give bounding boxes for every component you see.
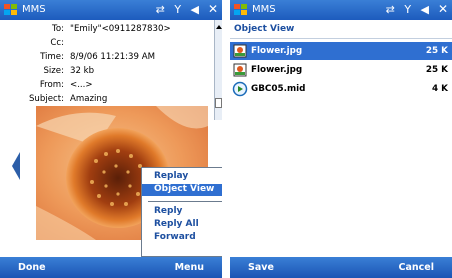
softkey-bar: Save Cancel (230, 257, 452, 278)
divider (230, 38, 452, 39)
to-label: To: (52, 24, 64, 34)
size-row: Size: 32 kb (0, 66, 214, 78)
file-size: 25 K (425, 46, 448, 56)
menu-item-forward[interactable]: Forward (142, 232, 222, 244)
done-softkey[interactable]: Done (18, 262, 46, 273)
status-icons[interactable]: ⇄ Y ◀ (386, 3, 432, 16)
cancel-softkey[interactable]: Cancel (399, 262, 434, 273)
audio-file-icon (232, 81, 248, 97)
subject-row: Subject: Amazing (0, 94, 214, 106)
object-view-screen: MMS ⇄ Y ◀ ✕ Object View Flower.jpg 25 K … (230, 0, 452, 278)
mms-message-screen: MMS ⇄ Y ◀ ✕ To: "Emily"<0911287830> Cc: … (0, 0, 222, 278)
file-row[interactable]: GBC05.mid 4 K (230, 80, 452, 98)
cc-row: Cc: (0, 38, 214, 50)
windows-logo-icon[interactable] (233, 3, 248, 17)
from-value: <...> (70, 80, 93, 90)
status-icons[interactable]: ⇄ Y ◀ (156, 3, 202, 16)
menu-item-reply-all[interactable]: Reply All (142, 219, 222, 231)
to-row: To: "Emily"<0911287830> (0, 24, 214, 36)
menu-softkey[interactable]: Menu (175, 262, 204, 273)
image-file-icon (233, 44, 247, 58)
menu-item-reply[interactable]: Reply (142, 206, 222, 218)
windows-logo-icon[interactable] (3, 3, 18, 17)
close-icon[interactable]: ✕ (436, 2, 450, 16)
close-icon[interactable]: ✕ (206, 2, 220, 16)
title-bar: MMS ⇄ Y ◀ ✕ (230, 0, 452, 20)
from-label: From: (39, 80, 64, 90)
size-label: Size: (43, 66, 64, 76)
scroll-thumb[interactable] (215, 98, 222, 108)
time-label: Time: (40, 52, 64, 62)
subject-label: Subject: (28, 94, 64, 104)
section-title: Object View (230, 20, 452, 38)
context-menu: Replay Object View Reply Reply All Forwa… (141, 167, 222, 257)
save-softkey[interactable]: Save (248, 262, 274, 273)
app-title: MMS (252, 4, 276, 15)
time-row: Time: 8/9/06 11:21:39 AM (0, 52, 214, 64)
to-value: "Emily"<0911287830> (70, 24, 171, 34)
softkey-bar: Done Menu (0, 257, 222, 278)
menu-item-replay[interactable]: Replay (142, 171, 222, 183)
header-scrollbar[interactable] (214, 20, 222, 120)
app-title: MMS (22, 4, 46, 15)
file-row[interactable]: Flower.jpg 25 K (230, 61, 452, 79)
previous-slide-arrow-icon[interactable] (12, 152, 20, 180)
file-name: Flower.jpg (251, 65, 303, 75)
file-size: 25 K (425, 65, 448, 75)
cc-label: Cc: (50, 38, 64, 48)
file-name: GBC05.mid (251, 84, 306, 94)
size-value: 32 kb (70, 66, 95, 76)
title-bar: MMS ⇄ Y ◀ ✕ (0, 0, 222, 20)
scroll-up-icon[interactable] (216, 25, 222, 29)
menu-item-object-view[interactable]: Object View (142, 184, 222, 196)
object-view-heading: Object View (234, 24, 295, 34)
file-row[interactable]: Flower.jpg 25 K (230, 42, 452, 60)
message-header: To: "Emily"<0911287830> Cc: Time: 8/9/06… (0, 20, 214, 120)
time-value: 8/9/06 11:21:39 AM (70, 52, 156, 62)
image-file-icon (233, 63, 247, 77)
subject-value: Amazing (70, 94, 108, 104)
menu-separator (148, 201, 222, 202)
from-row: From: <...> (0, 80, 214, 92)
file-name: Flower.jpg (251, 46, 303, 56)
file-size: 4 K (431, 84, 448, 94)
